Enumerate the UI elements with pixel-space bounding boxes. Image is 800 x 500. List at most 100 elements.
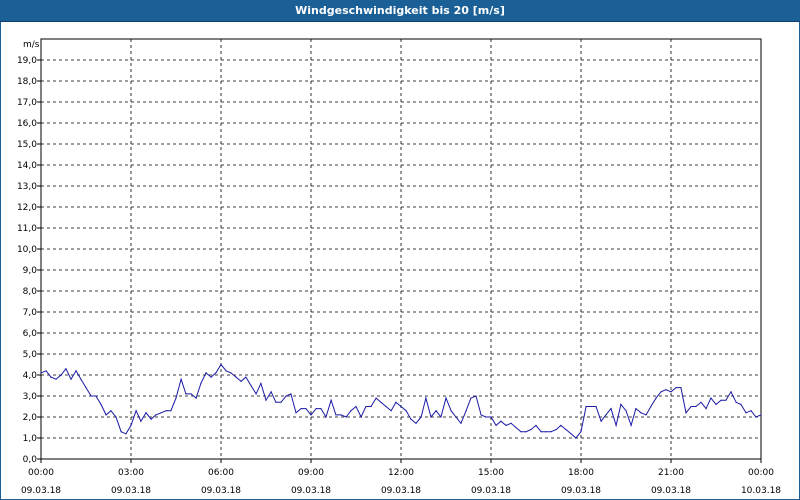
data-point	[390, 410, 392, 412]
y-tick-label: 3,0	[23, 392, 38, 402]
data-point	[220, 363, 222, 366]
y-tick-label: 13,0	[17, 182, 37, 192]
x-tick-date-label: 09.03.18	[381, 486, 421, 496]
data-point	[420, 416, 422, 418]
data-point	[430, 416, 432, 418]
data-point	[105, 414, 107, 416]
data-point	[660, 391, 662, 393]
chart-frame: m/s 0,0 1,0 2,0 3,0 4,0 5,0 6,0 7,0 8,0 9,0 10,0 11…	[0, 22, 800, 500]
data-point	[50, 376, 52, 378]
data-point	[120, 431, 122, 433]
data-point	[345, 416, 347, 418]
data-point	[675, 387, 677, 389]
data-point	[635, 408, 637, 410]
data-point	[505, 424, 507, 426]
data-point	[355, 405, 357, 408]
data-point	[625, 410, 627, 412]
x-tick-date-label: 09.03.18	[201, 486, 241, 496]
data-point	[620, 403, 622, 405]
data-point	[250, 384, 252, 387]
data-point	[45, 370, 47, 372]
data-point	[210, 376, 212, 378]
x-tick-time-label: 12:00	[388, 468, 414, 478]
data-point	[230, 372, 232, 374]
data-point	[275, 401, 277, 403]
data-point	[90, 395, 92, 397]
data-point	[600, 420, 602, 422]
data-point	[445, 397, 447, 399]
data-point	[185, 393, 187, 395]
data-point	[720, 399, 722, 401]
data-point	[680, 387, 682, 389]
data-point	[700, 401, 702, 403]
x-tick-time-label: 00:00	[748, 468, 774, 478]
data-point	[150, 418, 152, 420]
data-point	[585, 405, 587, 408]
data-point	[545, 431, 547, 433]
y-tick-label: 1,0	[23, 434, 38, 444]
data-point	[325, 416, 327, 418]
data-point	[255, 393, 257, 395]
data-point	[425, 397, 427, 399]
y-tick-label: 12,0	[17, 203, 37, 213]
data-point	[410, 418, 412, 420]
x-tick-date-label: 09.03.18	[561, 486, 601, 496]
data-point	[740, 403, 742, 405]
y-tick-label: 8,0	[23, 287, 38, 297]
data-point	[685, 412, 687, 414]
data-point	[365, 405, 367, 408]
data-point	[75, 370, 77, 372]
data-point	[610, 408, 612, 410]
y-tick-label: 2,0	[23, 413, 38, 423]
data-point	[615, 424, 617, 426]
data-point	[500, 420, 502, 422]
data-point	[440, 416, 442, 418]
data-point	[330, 399, 332, 401]
data-point	[165, 410, 167, 412]
data-point	[180, 378, 182, 380]
data-point	[495, 424, 497, 426]
data-point	[380, 401, 382, 403]
data-point	[310, 414, 312, 416]
y-tick-label: 15,0	[17, 140, 37, 150]
data-point	[705, 408, 707, 410]
data-point	[335, 414, 337, 416]
data-point	[235, 376, 237, 378]
data-point	[525, 431, 527, 433]
data-point	[265, 399, 267, 401]
y-axis-ticks: 0,0 1,0 2,0 3,0 4,0 5,0 6,0 7,0 8,0 9,0 10,0 11,0 12…	[17, 56, 41, 465]
x-tick-time-label: 09:00	[298, 468, 324, 478]
data-point	[65, 368, 67, 370]
data-point	[630, 424, 632, 426]
data-point	[295, 412, 297, 414]
data-point	[735, 401, 737, 403]
x-tick-time-label: 15:00	[478, 468, 504, 478]
data-point	[590, 405, 592, 408]
data-point	[580, 431, 582, 433]
data-point	[110, 410, 112, 412]
data-point	[350, 410, 352, 412]
data-point	[725, 399, 727, 401]
data-point	[240, 380, 242, 382]
data-point	[715, 403, 717, 405]
data-point	[370, 405, 372, 408]
data-point	[175, 397, 177, 399]
y-tick-label: 5,0	[23, 350, 38, 360]
y-tick-label: 9,0	[23, 266, 38, 276]
data-point	[475, 395, 477, 397]
data-point	[70, 378, 72, 380]
data-point	[650, 405, 652, 408]
data-point	[555, 429, 557, 431]
x-tick-date-label: 09.03.18	[111, 486, 151, 496]
data-point	[605, 414, 607, 416]
data-point	[510, 422, 512, 424]
x-axis-ticks: 00:00 09.03.18 03:00 09.03.18 06:00 09.03.18 0…	[21, 459, 781, 496]
data-point	[140, 420, 142, 422]
y-tick-label: 7,0	[23, 308, 38, 318]
data-point	[320, 408, 322, 410]
data-point	[490, 416, 492, 418]
data-point	[200, 382, 202, 384]
data-point	[95, 395, 97, 397]
data-point	[435, 410, 437, 412]
data-point	[190, 393, 192, 395]
